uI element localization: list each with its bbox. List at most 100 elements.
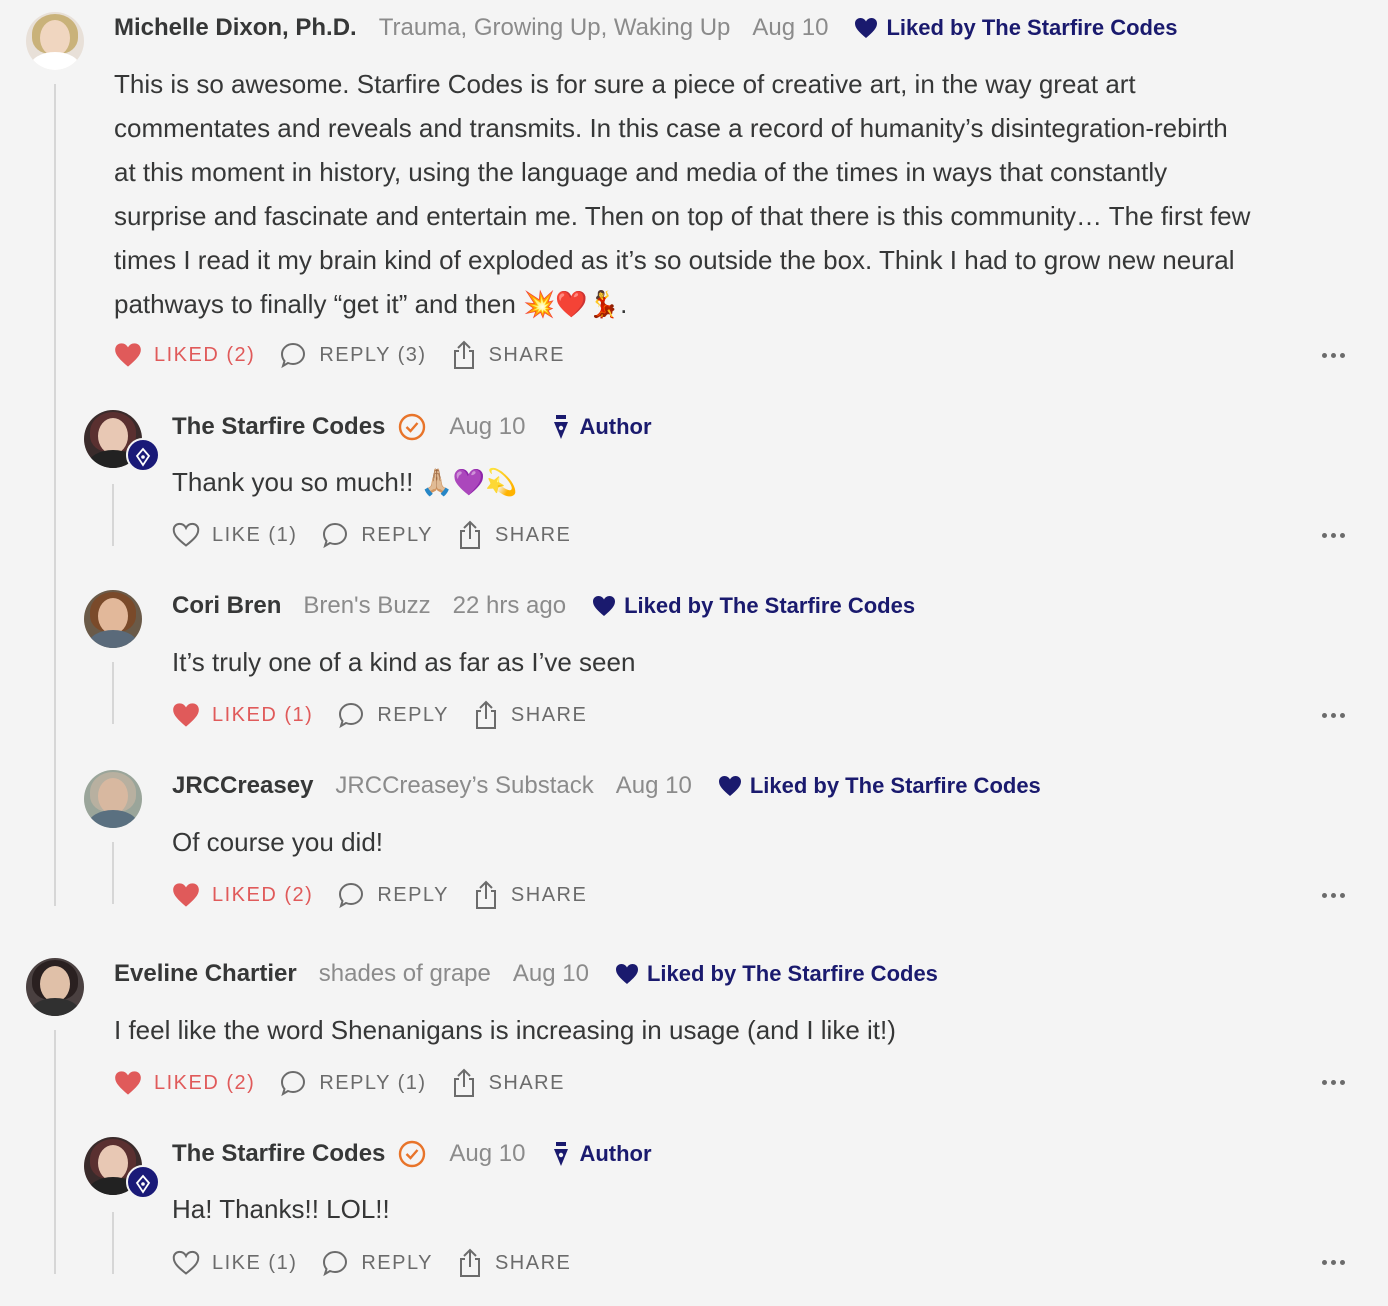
comment-line: at this moment in history, using the lan… [114,157,1168,187]
more-options-button[interactable] [1322,530,1352,540]
avatar[interactable] [84,590,142,648]
like-button[interactable]: LIKED (1) [172,702,313,728]
comment-header: The Starfire Codes Aug 10 Author [172,412,652,442]
heart-icon [115,1071,141,1095]
publication-name[interactable]: Bren's Buzz [303,592,430,620]
comment-body: Of course you did! [172,827,383,857]
comment-header: Cori Bren Bren's Buzz 22 hrs ago Liked b… [172,592,915,620]
more-options-button[interactable] [1322,1257,1352,1267]
like-label: LIKE (1) [212,523,298,546]
comment-date[interactable]: Aug 10 [616,772,692,800]
comment-actions: LIKED (2) REPLY (1) SHARE [114,1068,589,1098]
author-tag: Author [551,414,652,440]
heart-icon [172,1250,200,1275]
liked-by-label: Liked by The Starfire Codes [886,15,1178,40]
reply-button[interactable]: REPLY [337,701,449,729]
comment-actions: LIKED (2) REPLY SHARE [172,880,611,910]
share-icon [459,1248,480,1277]
share-button[interactable]: SHARE [473,700,587,730]
commenter-name[interactable]: Eveline Chartier [114,960,297,988]
avatar[interactable] [84,770,142,828]
comment-header: JRCCreasey JRCCreasey’s Substack Aug 10 … [172,772,1041,800]
comment-header: Michelle Dixon, Ph.D. Trauma, Growing Up… [114,14,1177,42]
reply-button[interactable]: REPLY [337,881,449,909]
comment-actions: LIKE (1) REPLY SHARE [172,520,595,550]
comment-line: pathways to finally “get it” and then 💥❤… [114,289,628,319]
reply-button[interactable]: REPLY (1) [279,1069,426,1097]
comment-body: Thank you so much!! 🙏🏼💜💫 [172,467,518,497]
reply-button[interactable]: REPLY [321,1249,433,1277]
commenter-name[interactable]: Michelle Dixon, Ph.D. [114,14,357,42]
comment-line: times I read it my brain kind of explode… [114,245,1235,275]
more-options-button[interactable] [1322,350,1352,360]
share-label: SHARE [494,523,572,546]
reply-label: REPLY [361,523,433,546]
fountain-pen-icon [135,1174,151,1194]
share-button[interactable]: SHARE [451,1068,565,1098]
reply-button[interactable]: REPLY [321,521,433,549]
share-icon [453,1068,474,1097]
like-label: LIKE (1) [212,1251,298,1274]
like-button[interactable]: LIKED (2) [114,1070,255,1096]
thread-line [112,484,114,546]
comment-line: surprise and fascinate and entertain me.… [114,201,1251,231]
more-options-button[interactable] [1322,1077,1352,1087]
publication-name[interactable]: Trauma, Growing Up, Waking Up [379,14,731,42]
comment-bubble-icon [339,882,364,909]
more-options-button[interactable] [1322,710,1352,720]
heart-icon [172,522,200,547]
thread-line [112,662,114,724]
comment-bubble-icon [339,702,364,729]
comment-line: commentates and reveals and transmits. I… [114,113,1228,143]
comment-date[interactable]: 22 hrs ago [453,592,566,620]
avatar[interactable] [26,12,84,70]
like-label: LIKED (2) [154,1071,256,1094]
share-icon [459,520,480,549]
heart-icon [173,703,199,727]
share-label: SHARE [488,343,565,366]
commenter-name[interactable]: Cori Bren [172,592,281,620]
share-button[interactable]: SHARE [451,340,565,370]
comment-actions: LIKED (1) REPLY SHARE [172,700,611,730]
comment-date[interactable]: Aug 10 [449,1140,525,1168]
like-button[interactable]: LIKED (2) [172,882,313,908]
fountain-pen-icon [135,447,151,467]
heart-icon [855,18,878,38]
reply-label: REPLY [361,1251,433,1274]
share-label: SHARE [510,703,588,726]
heart-icon [615,964,638,984]
heart-icon [718,776,741,796]
reply-button[interactable]: REPLY (3) [279,341,426,369]
more-options-button[interactable] [1322,890,1352,900]
share-button[interactable]: SHARE [473,880,587,910]
publication-name[interactable]: JRCCreasey’s Substack [335,772,593,800]
avatar[interactable] [26,958,84,1016]
comment-bubble-icon [281,342,306,369]
share-button[interactable]: SHARE [457,520,571,550]
comment-date[interactable]: Aug 10 [513,960,589,988]
thread-line [112,1212,114,1274]
publication-name[interactable]: shades of grape [319,960,491,988]
comment-body: Ha! Thanks!! LOL!! [172,1194,390,1224]
commenter-name[interactable]: The Starfire Codes [172,413,385,441]
comment-line: This is so awesome. Starfire Codes is fo… [114,69,1136,99]
share-label: SHARE [494,1251,572,1274]
comment-date[interactable]: Aug 10 [449,413,525,441]
comment-header: The Starfire Codes Aug 10 Author [172,1139,652,1169]
share-icon [475,700,496,729]
reply-label: REPLY (1) [319,1071,427,1094]
like-label: LIKED (2) [212,883,314,906]
commenter-name[interactable]: JRCCreasey [172,772,313,800]
verified-check-icon [397,412,427,442]
thread-line [54,1030,56,1274]
heart-icon [593,596,616,616]
like-button[interactable]: LIKED (2) [114,342,255,368]
liked-by-author: Liked by The Starfire Codes [615,961,938,987]
fountain-pen-icon [554,1142,569,1166]
commenter-name[interactable]: The Starfire Codes [172,1140,385,1168]
comment-date[interactable]: Aug 10 [752,14,828,42]
share-button[interactable]: SHARE [457,1248,571,1278]
like-button[interactable]: LIKE (1) [172,522,297,548]
comment-bubble-icon [323,522,348,549]
like-button[interactable]: LIKE (1) [172,1250,297,1276]
